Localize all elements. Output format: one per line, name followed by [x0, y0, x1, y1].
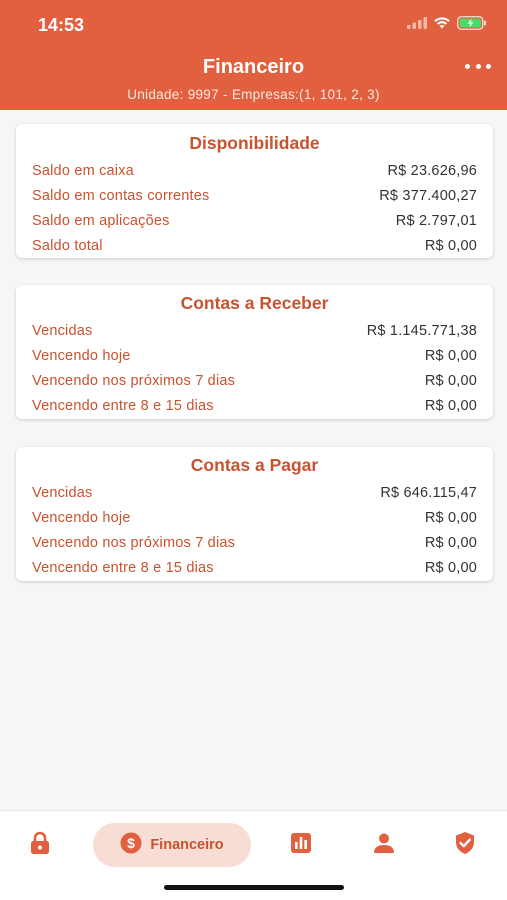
person-icon — [373, 832, 395, 859]
card-contas-a-pagar: Contas a Pagar Vencidas R$ 646.115,47 Ve… — [16, 447, 493, 581]
tab-label: Financeiro — [150, 837, 224, 853]
more-options-button[interactable] — [465, 58, 491, 74]
tab-reports[interactable] — [281, 823, 321, 867]
status-time: 14:53 — [38, 15, 85, 35]
list-item: Vencendo entre 8 e 15 dias R$ 0,00 — [32, 555, 477, 580]
row-value: R$ 1.145.771,38 — [366, 322, 477, 339]
bar-chart-icon — [290, 832, 312, 859]
list-item: Vencendo hoje R$ 0,00 — [32, 343, 477, 368]
list-item: Saldo em caixa R$ 23.626,96 — [32, 158, 477, 183]
row-value: R$ 0,00 — [424, 237, 477, 254]
row-value: R$ 377.400,27 — [379, 187, 477, 204]
card-contas-a-receber: Contas a Receber Vencidas R$ 1.145.771,3… — [16, 285, 493, 419]
list-item: Vencendo nos próximos 7 dias R$ 0,00 — [32, 368, 477, 393]
page-title: Financeiro — [202, 56, 305, 78]
unit-subtitle: Unidade: 9997 - Empresas:(1, 101, 2, 3) — [127, 87, 380, 102]
card-disponibilidade: Disponibilidade Saldo em caixa R$ 23.626… — [16, 124, 493, 258]
row-label: Vencendo hoje — [32, 509, 131, 526]
row-value: R$ 2.797,01 — [395, 212, 477, 229]
wifi-icon — [433, 16, 451, 34]
svg-text:$: $ — [127, 835, 135, 851]
home-indicator — [164, 885, 344, 890]
list-item: Vencendo hoje R$ 0,00 — [32, 505, 477, 530]
shield-check-icon — [454, 831, 476, 860]
signal-icon — [407, 16, 427, 34]
row-label: Saldo em aplicações — [32, 212, 170, 229]
row-value: R$ 0,00 — [424, 509, 477, 526]
row-label: Vencendo hoje — [32, 347, 131, 364]
row-value: R$ 0,00 — [424, 347, 477, 364]
row-label: Vencidas — [32, 484, 93, 501]
list-item: Saldo total R$ 0,00 — [32, 233, 477, 258]
row-label: Saldo em contas correntes — [32, 187, 210, 204]
list-item: Saldo em contas correntes R$ 377.400,27 — [32, 183, 477, 208]
list-item: Vencendo nos próximos 7 dias R$ 0,00 — [32, 530, 477, 555]
lock-icon — [29, 831, 51, 860]
app-header: 14:53 Financeiro Unidade: 9997 - Empresa… — [0, 0, 507, 110]
list-item: Vencendo entre 8 e 15 dias R$ 0,00 — [32, 393, 477, 418]
row-label: Vencidas — [32, 322, 93, 339]
list-item: Saldo em aplicações R$ 2.797,01 — [32, 208, 477, 233]
card-title: Contas a Receber — [180, 293, 329, 313]
row-label: Saldo total — [32, 237, 103, 254]
card-title: Contas a Pagar — [190, 455, 319, 475]
battery-icon — [457, 15, 487, 35]
row-label: Saldo em caixa — [32, 162, 134, 179]
row-label: Vencendo nos próximos 7 dias — [32, 534, 236, 551]
more-dot — [475, 63, 481, 69]
row-value: R$ 646.115,47 — [380, 484, 477, 501]
status-icons — [407, 15, 487, 35]
tab-lock[interactable] — [20, 823, 60, 867]
row-value: R$ 0,00 — [424, 372, 477, 389]
row-label: Vencendo entre 8 e 15 dias — [32, 559, 214, 576]
list-item: Vencidas R$ 646.115,47 — [32, 480, 477, 505]
dollar-circle-icon: $ — [120, 832, 142, 859]
tab-profile[interactable] — [364, 823, 404, 867]
more-dot — [486, 63, 491, 69]
tab-financeiro[interactable]: $ Financeiro — [93, 823, 251, 867]
row-label: Vencendo entre 8 e 15 dias — [32, 397, 214, 414]
row-label: Vencendo nos próximos 7 dias — [32, 372, 236, 389]
tab-security[interactable] — [445, 823, 485, 867]
list-item: Vencidas R$ 1.145.771,38 — [32, 318, 477, 343]
row-value: R$ 23.626,96 — [387, 162, 477, 179]
more-dot — [465, 63, 470, 69]
card-title: Disponibilidade — [189, 133, 320, 153]
row-value: R$ 0,00 — [424, 534, 477, 551]
status-bar: 14:53 — [0, 0, 507, 48]
row-value: R$ 0,00 — [424, 559, 477, 576]
row-value: R$ 0,00 — [424, 397, 477, 414]
